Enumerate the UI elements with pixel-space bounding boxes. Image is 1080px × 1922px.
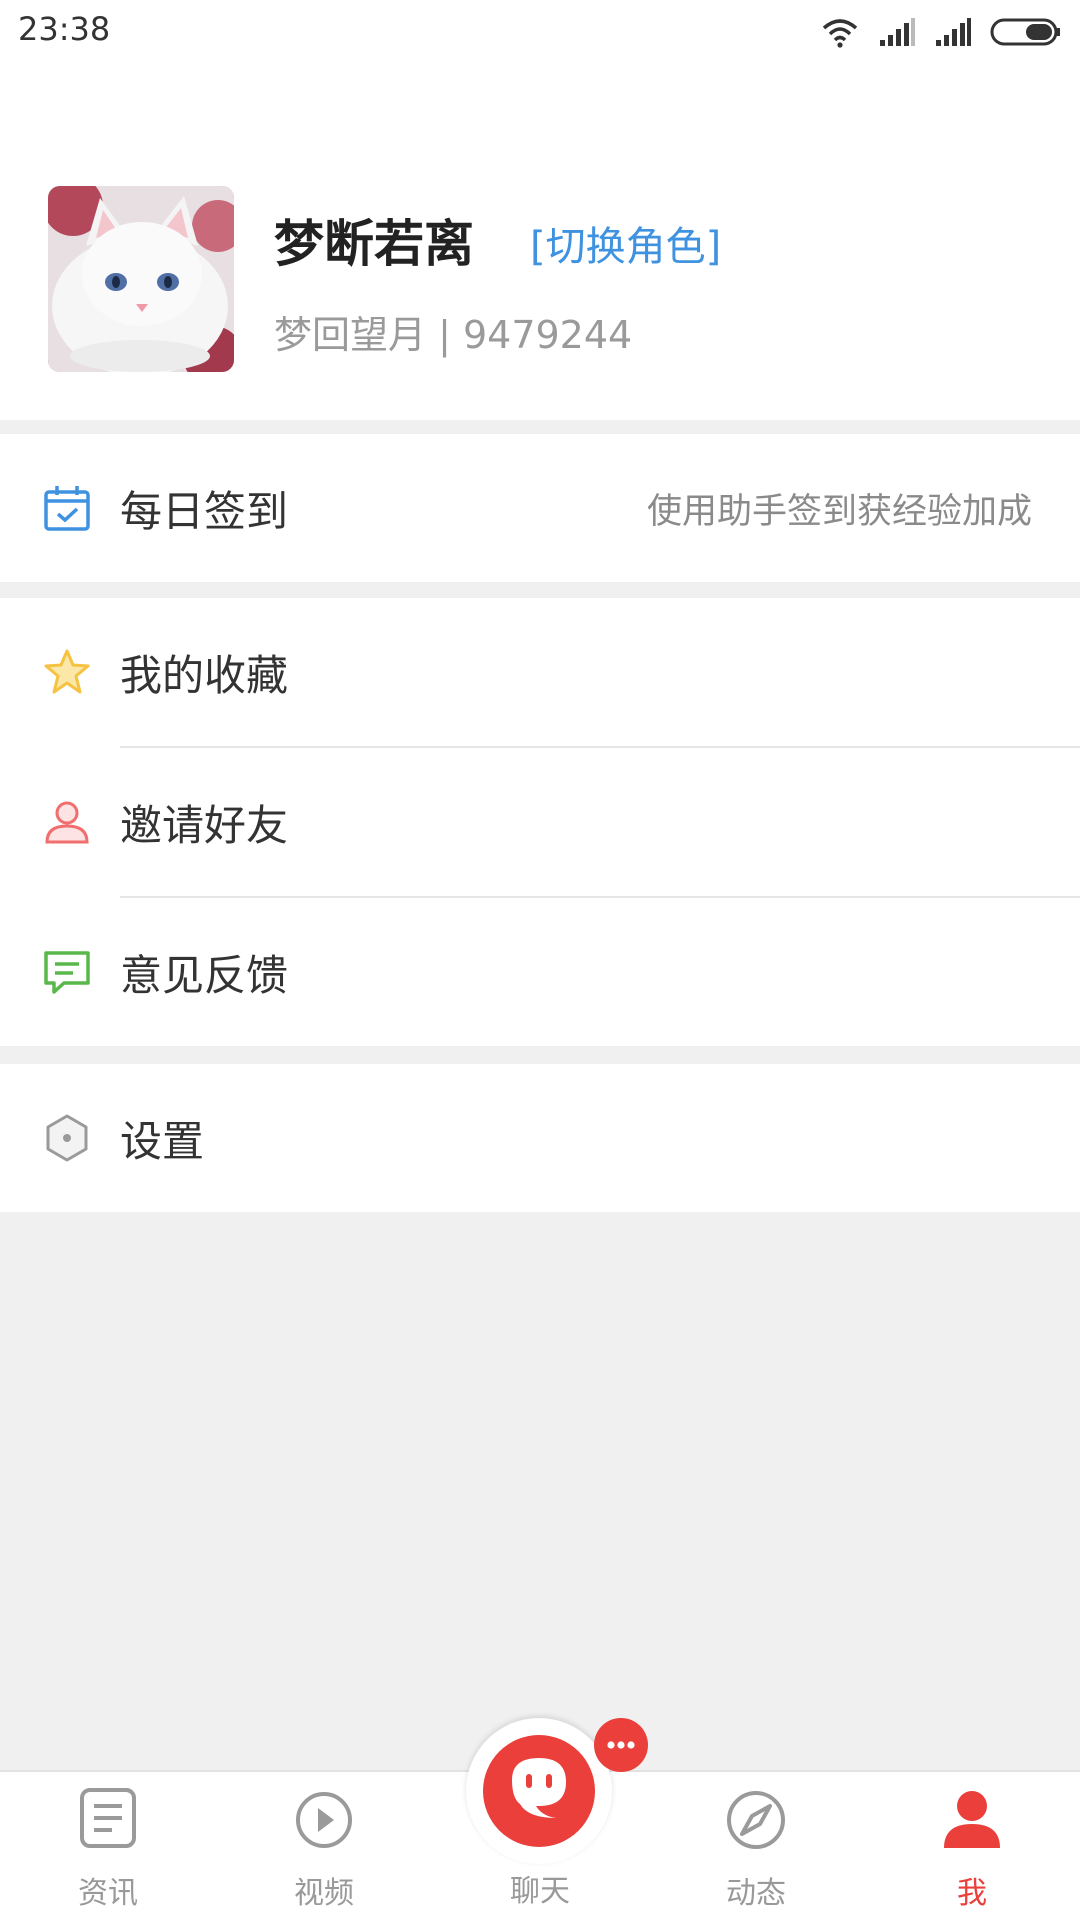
more-dots-icon xyxy=(607,1741,635,1749)
calendar-check-icon xyxy=(44,486,90,531)
invite-friends-row[interactable]: 邀请好友 xyxy=(0,748,1080,896)
tab-me-label: 我 xyxy=(957,1876,987,1911)
switch-role-link[interactable]: [切换角色] xyxy=(530,214,721,272)
news-icon xyxy=(80,1788,136,1848)
profile-header: 梦断若离 [切换角色] 梦回望月 | 9479244 xyxy=(0,64,1080,420)
star-icon xyxy=(44,649,90,694)
message-icon xyxy=(44,951,90,994)
feedback-row[interactable]: 意见反馈 xyxy=(0,898,1080,1046)
battery-icon xyxy=(990,18,1060,46)
chat-icon xyxy=(483,1735,595,1847)
signal-icon xyxy=(936,18,971,46)
favorites-row[interactable]: 我的收藏 xyxy=(0,598,1080,746)
feedback-label: 意见反馈 xyxy=(120,950,289,1000)
tab-moments[interactable]: 动态 xyxy=(656,1772,856,1922)
daily-checkin-label: 每日签到 xyxy=(120,486,289,536)
tab-news[interactable]: 资讯 xyxy=(8,1772,208,1922)
settings-row[interactable]: 设置 xyxy=(0,1064,1080,1212)
chat-badge xyxy=(594,1718,648,1772)
play-icon xyxy=(296,1792,352,1848)
person-icon xyxy=(944,1791,1000,1848)
tab-news-label: 资讯 xyxy=(78,1876,138,1911)
status-bar: 23:38 xyxy=(0,0,1080,64)
avatar[interactable] xyxy=(48,186,234,372)
settings-section: 设置 xyxy=(0,1064,1080,1212)
invite-friends-label: 邀请好友 xyxy=(120,800,289,850)
tab-chat-label: 聊天 xyxy=(510,1874,570,1909)
signal-icon xyxy=(880,18,915,46)
tab-video[interactable]: 视频 xyxy=(224,1772,424,1922)
user-subinfo: 梦回望月 | 9479244 xyxy=(274,313,633,357)
menu-section: 我的收藏 邀请好友 意见反馈 xyxy=(0,598,1080,1046)
user-icon xyxy=(45,801,89,844)
wifi-icon xyxy=(822,19,858,48)
daily-checkin-hint: 使用助手签到获经验加成 xyxy=(646,491,1032,532)
tab-video-label: 视频 xyxy=(294,1876,354,1911)
daily-checkin-row[interactable]: 每日签到 使用助手签到获经验加成 xyxy=(0,434,1080,582)
checkin-section: 每日签到 使用助手签到获经验加成 xyxy=(0,434,1080,582)
tab-chat[interactable] xyxy=(466,1718,612,1864)
favorites-label: 我的收藏 xyxy=(120,650,289,700)
user-name: 梦断若离 xyxy=(274,215,474,273)
status-time: 23:38 xyxy=(18,10,111,48)
tab-moments-label: 动态 xyxy=(726,1876,786,1911)
hexagon-settings-icon xyxy=(46,1114,88,1162)
tab-me[interactable]: 我 xyxy=(872,1772,1072,1922)
settings-label: 设置 xyxy=(120,1116,205,1166)
compass-icon xyxy=(727,1791,785,1849)
